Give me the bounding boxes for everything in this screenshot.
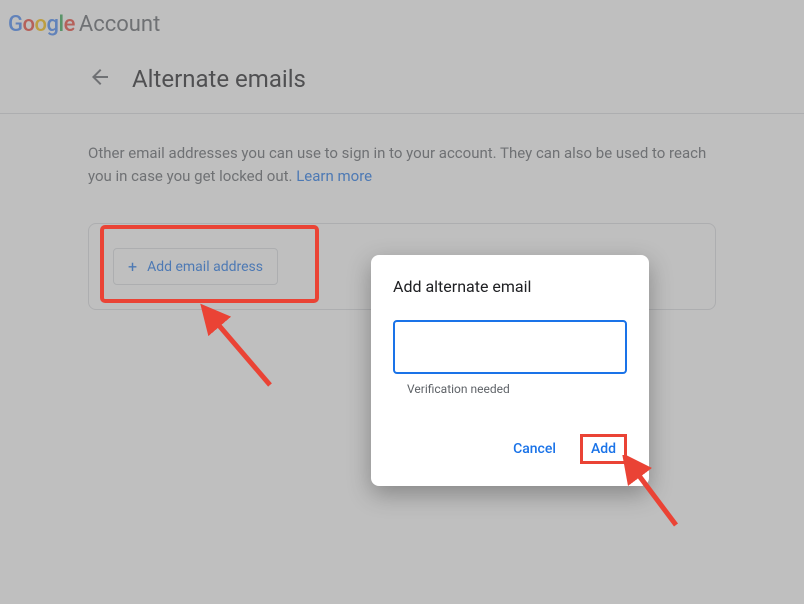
annotation-highlight-add-email bbox=[100, 225, 319, 303]
add-button[interactable]: Add bbox=[580, 434, 627, 464]
add-alternate-email-dialog: Add alternate email Verification needed … bbox=[371, 255, 649, 486]
cancel-button[interactable]: Cancel bbox=[513, 441, 556, 457]
annotation-arrow-1 bbox=[180, 295, 280, 395]
alternate-email-input[interactable] bbox=[393, 320, 627, 374]
dialog-actions: Cancel Add bbox=[393, 434, 627, 464]
dialog-title: Add alternate email bbox=[393, 277, 627, 296]
modal-overlay: Add alternate email Verification needed … bbox=[0, 0, 804, 604]
input-helper-text: Verification needed bbox=[407, 382, 627, 396]
